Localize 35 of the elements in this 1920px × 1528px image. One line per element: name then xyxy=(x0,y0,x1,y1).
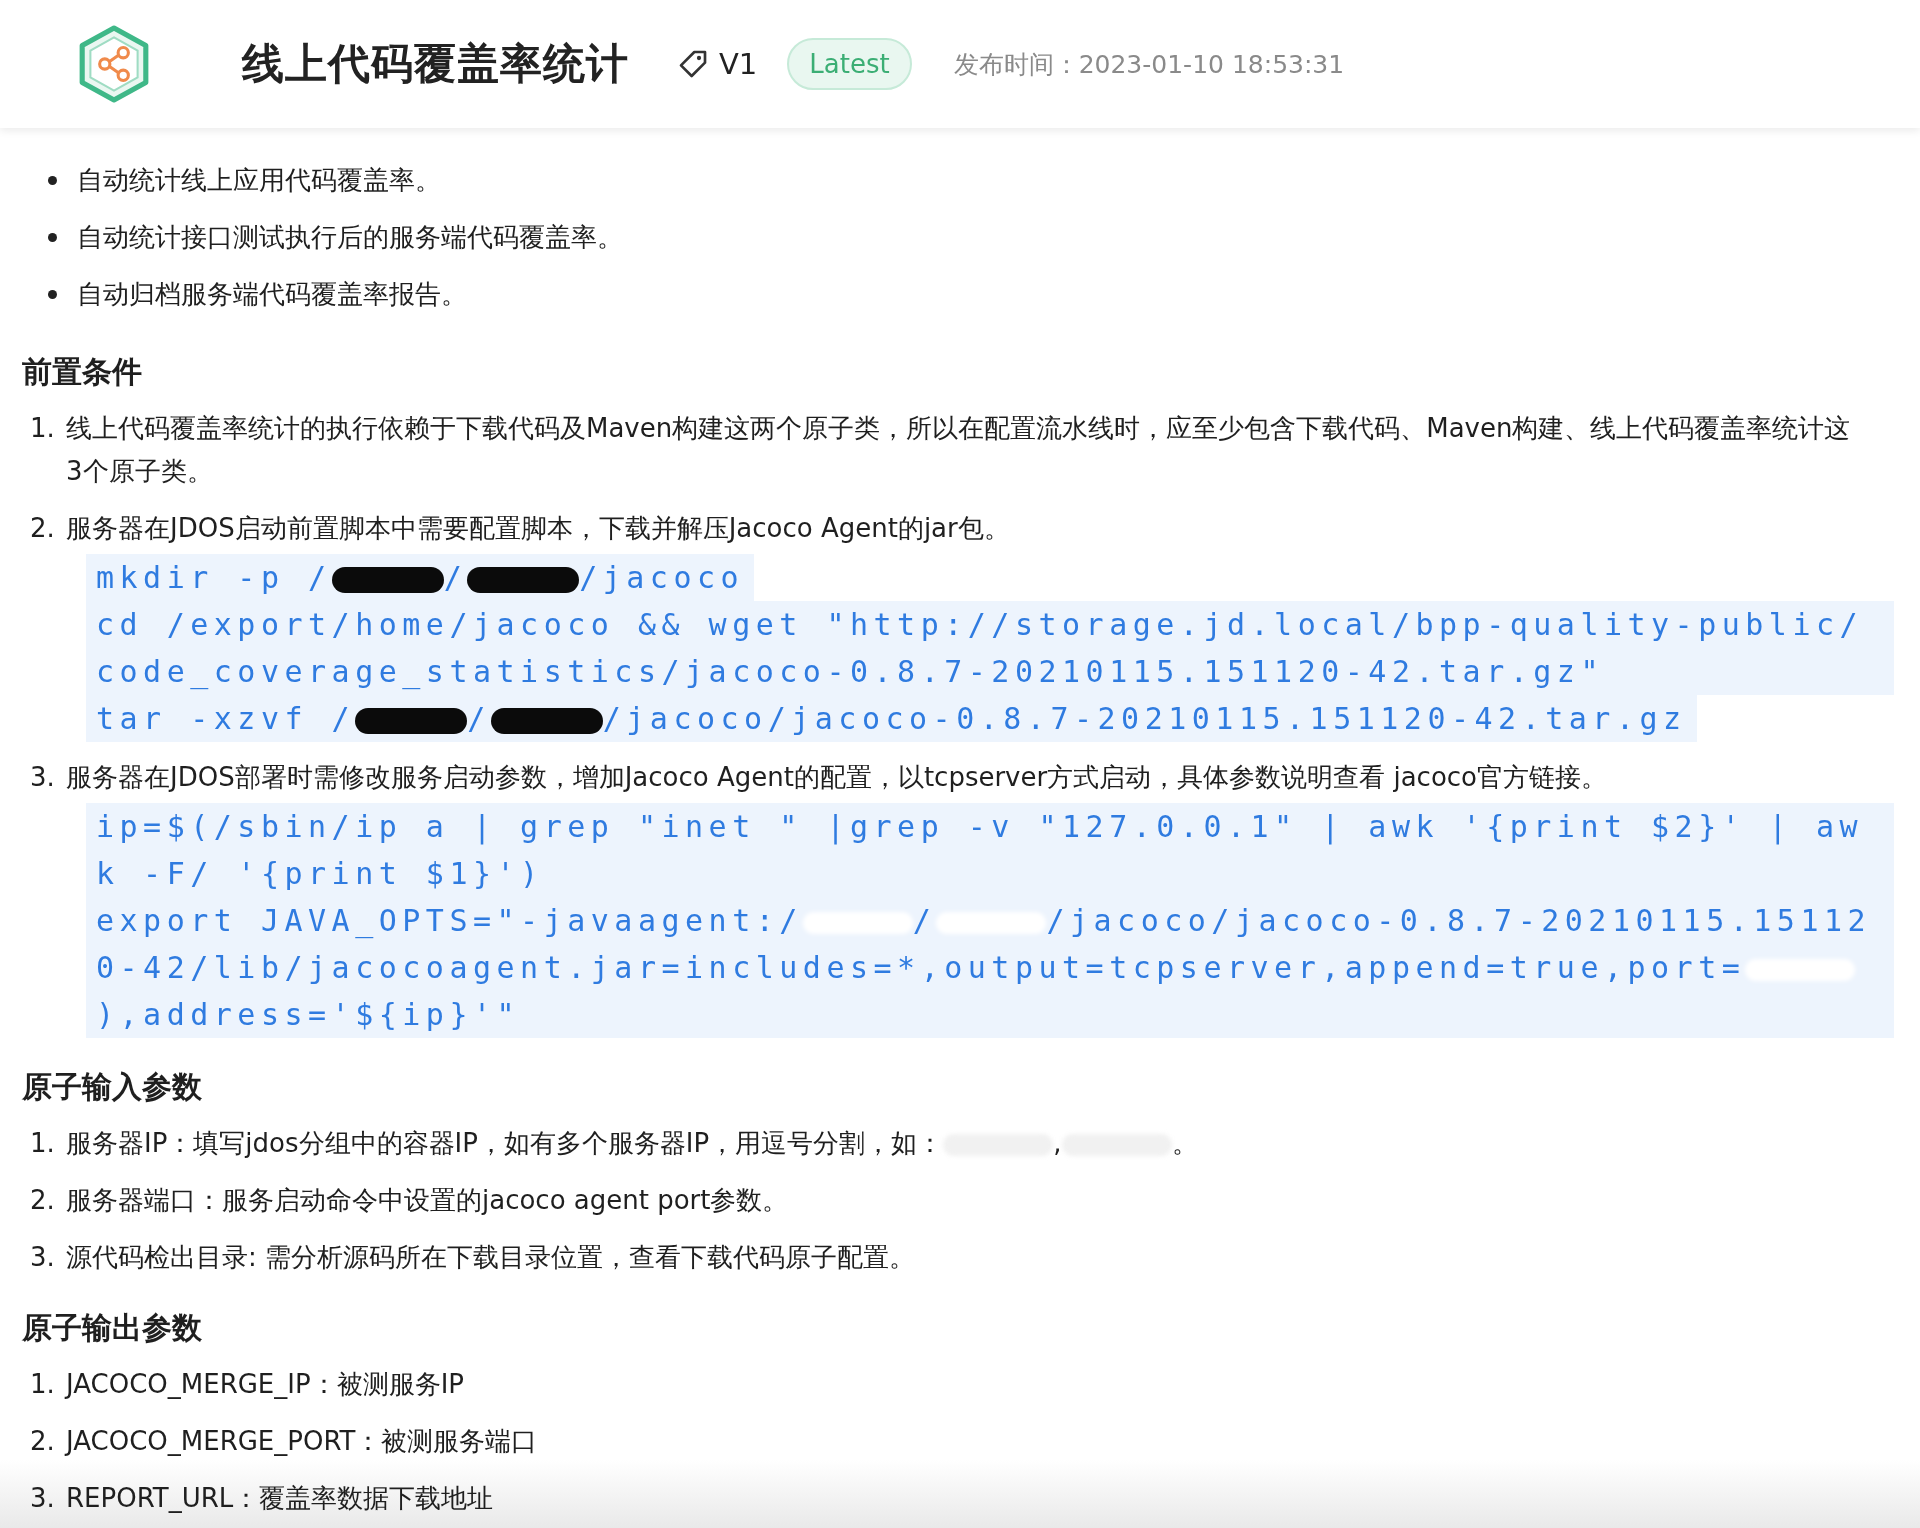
item-text: 自动统计线上应用代码覆盖率。 xyxy=(77,164,441,197)
bullet-icon xyxy=(48,233,57,242)
item-number: 3. xyxy=(30,761,56,794)
item-number: 1. xyxy=(30,412,56,445)
bullet-icon xyxy=(48,290,57,299)
item-text: JACOCO_MERGE_IP：被测服务IP xyxy=(66,1369,464,1399)
latest-badge: Latest xyxy=(787,38,912,90)
tag-icon xyxy=(677,48,709,80)
item-number: 2. xyxy=(30,512,56,545)
section-heading: 原子输入参数 xyxy=(22,1068,203,1106)
bullet-icon xyxy=(48,176,57,185)
item-number: 3. xyxy=(30,1482,56,1515)
item-text: , xyxy=(1053,1128,1062,1158)
item-number: 2. xyxy=(30,1184,56,1217)
item-number: 2. xyxy=(30,1425,56,1458)
item-text: 源代码检出目录: 需分析源码所在下载目录位置，查看下载代码原子配置。 xyxy=(66,1242,916,1272)
section-heading: 原子输出参数 xyxy=(22,1309,203,1347)
version-label: V1 xyxy=(719,47,758,81)
item-text: 服务器在JDOS部署时需修改服务启动参数，增加Jacoco Agent的配置，以tcpserver方式启动，具体参数说明查看 jacoco官方链接。 xyxy=(66,762,1607,792)
item-number: 1. xyxy=(30,1368,56,1401)
section-heading: 前置条件 xyxy=(22,353,143,391)
page-title: 线上代码覆盖率统计 xyxy=(242,38,629,90)
item-text: 服务器IP：填写jdos分组中的容器IP，如有多个服务器IP，用逗号分割，如： xyxy=(66,1128,944,1158)
item-text: REPORT_URL：覆盖率数据下载地址 xyxy=(66,1483,494,1513)
item-text: 服务器端口：服务启动命令中设置的jacoco agent port参数。 xyxy=(66,1185,789,1215)
item-text: 线上代码覆盖率统计的执行依赖于下载代码及Maven构建这两个原子类，所以在配置流水线时，应至少包含下载代码、Maven构建、线上代码覆盖率统计这3个原子类。 xyxy=(66,413,1851,486)
publish-time: 发布时间：2023-01-10 18:53:31 xyxy=(953,48,1345,81)
item-text: JACOCO_MERGE_PORT：被测服务端口 xyxy=(66,1426,538,1456)
item-number: 1. xyxy=(30,1127,56,1160)
item-number: 3. xyxy=(30,1241,56,1274)
item-text: 自动统计接口测试执行后的服务端代码覆盖率。 xyxy=(77,221,623,254)
item-text: 。 xyxy=(1171,1128,1198,1158)
item-text: 服务器在JDOS启动前置脚本中需要配置脚本，下载并解压Jacoco Agent的jar包。 xyxy=(66,513,1010,543)
item-text: 自动归档服务端代码覆盖率报告。 xyxy=(77,278,467,311)
share-hexagon-icon xyxy=(78,25,150,103)
